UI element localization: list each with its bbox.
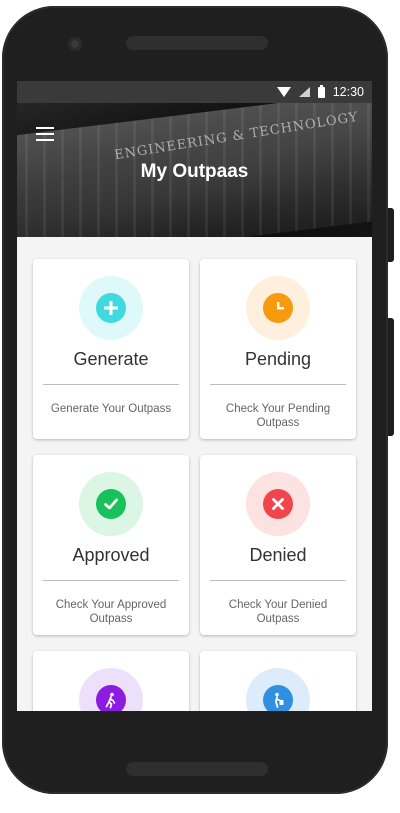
approved-card[interactable]: Approved Check Your Approved Outpass — [33, 455, 189, 635]
approved-icon-circle — [79, 472, 143, 536]
plus-icon — [96, 293, 126, 323]
outpass-card-5[interactable] — [33, 651, 189, 711]
walking-person-icon — [96, 685, 126, 711]
card-title: Pending — [244, 349, 312, 369]
hamburger-menu-icon[interactable] — [36, 127, 54, 141]
side-button-power — [388, 208, 394, 262]
status-bar: 12:30 — [17, 81, 372, 103]
wifi-icon — [276, 87, 291, 97]
denied-icon-circle — [246, 472, 310, 536]
card-subtitle: Generate Your Outpass — [50, 403, 172, 415]
card6-icon-circle — [246, 668, 310, 711]
card-title: Denied — [249, 545, 307, 565]
outpass-card-grid: Generate Generate Your Outpass Pending C… — [17, 259, 372, 711]
signal-icon — [298, 87, 310, 97]
pending-card[interactable]: Pending Check Your Pending Outpass — [200, 259, 356, 439]
card-divider — [210, 580, 346, 581]
side-button-volume — [388, 318, 394, 436]
status-time: 12:30 — [332, 85, 364, 99]
card-title: Generate — [73, 349, 149, 369]
card-divider — [43, 580, 179, 581]
card-divider — [43, 384, 179, 385]
front-camera — [68, 37, 82, 51]
bottom-speaker — [126, 762, 268, 776]
outpass-card-6[interactable] — [200, 651, 356, 711]
generate-icon-circle — [79, 276, 143, 340]
card-subtitle: Check Your Pending Outpass — [225, 403, 331, 429]
close-icon — [263, 489, 293, 519]
clock-icon — [263, 293, 293, 323]
traveler-luggage-icon — [263, 685, 293, 711]
card-title: Approved — [72, 545, 150, 565]
card-divider — [210, 384, 346, 385]
app-header: ENGINEERING & TECHNOLOGY My Outpaas — [17, 103, 372, 237]
generate-card[interactable]: Generate Generate Your Outpass — [33, 259, 189, 439]
card-subtitle: Check Your Denied Outpass — [228, 599, 328, 625]
pending-icon-circle — [246, 276, 310, 340]
denied-card[interactable]: Denied Check Your Denied Outpass — [200, 455, 356, 635]
app-screen: 12:30 ENGINEERING & TECHNOLOGY My Outpaa… — [17, 81, 372, 711]
card-subtitle: Check Your Approved Outpass — [55, 599, 167, 625]
card5-icon-circle — [79, 668, 143, 711]
page-title: My Outpaas — [140, 161, 249, 182]
check-icon — [96, 489, 126, 519]
battery-icon — [317, 84, 325, 98]
top-speaker — [126, 36, 268, 50]
